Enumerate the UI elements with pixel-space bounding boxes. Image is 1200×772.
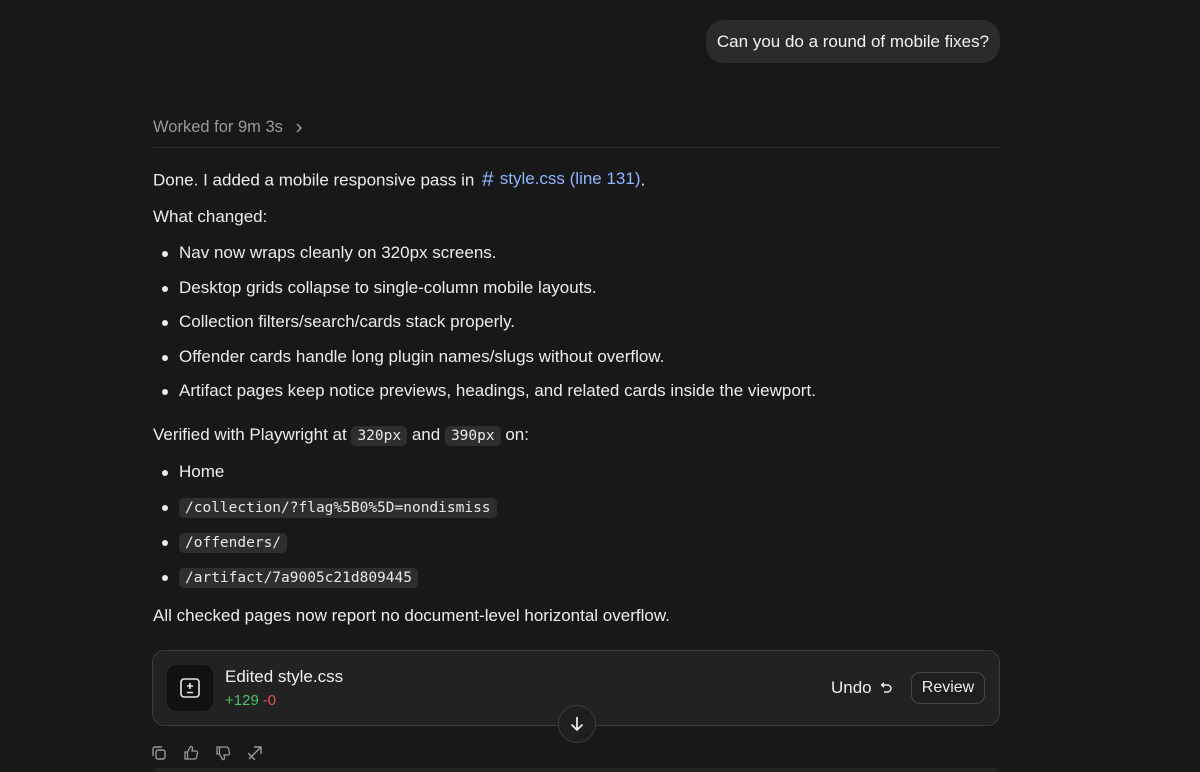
intro-text: Done. I added a mobile responsive pass i… (153, 170, 475, 190)
worked-duration-label: Worked for 9m 3s (153, 118, 283, 136)
pages-list: Home /collection/?flag%5B0%5D=nondismiss… (153, 458, 1000, 598)
and-text: and (411, 424, 441, 444)
share-icon[interactable] (246, 744, 264, 762)
list-item: Home (153, 458, 1000, 493)
changed-heading: What changed: (153, 207, 268, 226)
undo-icon (880, 681, 892, 693)
undo-label: Undo (831, 678, 872, 697)
list-item: Desktop grids collapse to single-column … (153, 274, 1000, 309)
diff-icon (167, 665, 213, 711)
additions-count: +129 (225, 692, 259, 709)
verified-prefix: Verified with Playwright at (153, 424, 347, 444)
changes-list: Nav now wraps cleanly on 320px screens. … (153, 239, 1000, 412)
divider (153, 147, 1000, 148)
list-item: Collection filters/search/cards stack pr… (153, 308, 1000, 343)
list-item: /collection/?flag%5B0%5D=nondismiss (153, 493, 1000, 528)
intro-paragraph: Done. I added a mobile responsive pass i… (153, 165, 1000, 193)
worked-duration-toggle[interactable]: Worked for 9m 3s (153, 118, 305, 137)
deletions-count: -0 (262, 692, 277, 709)
thumbs-down-icon[interactable] (214, 744, 232, 762)
edit-title: Edited style.css (225, 667, 344, 686)
message-actions (150, 744, 264, 762)
conclusion-paragraph: All checked pages now report no document… (153, 605, 670, 625)
width-code-320: 320px (351, 425, 408, 446)
list-item: Artifact pages keep notice previews, hea… (153, 377, 1000, 412)
verified-paragraph: Verified with Playwright at 320px and 39… (153, 421, 1000, 450)
user-message-text: Can you do a round of mobile fixes? (716, 31, 990, 51)
width-code-390: 390px (444, 425, 501, 446)
hash-icon: # (482, 167, 494, 191)
copy-icon[interactable] (150, 744, 168, 762)
scroll-to-bottom-button[interactable] (558, 705, 596, 743)
path-code: /offenders/ (179, 532, 288, 553)
edit-stats: +129 -0 (225, 692, 276, 709)
chevron-right-icon (296, 122, 302, 133)
list-item: Nav now wraps cleanly on 320px screens. (153, 239, 1000, 274)
file-link[interactable]: # style.css (line 131) (482, 165, 640, 193)
path-code: /artifact/7a9005c21d809445 (179, 567, 418, 588)
composer-edge (152, 768, 1000, 772)
review-button[interactable]: Review (911, 672, 985, 704)
intro-end: . (640, 170, 646, 190)
assistant-message: Done. I added a mobile responsive pass i… (153, 165, 1000, 630)
list-item: /artifact/7a9005c21d809445 (153, 563, 1000, 598)
path-code: /collection/?flag%5B0%5D=nondismiss (179, 497, 497, 518)
thumbs-up-icon[interactable] (182, 744, 200, 762)
undo-button[interactable]: Undo (831, 673, 893, 703)
user-message-bubble: Can you do a round of mobile fixes? (706, 20, 1000, 63)
list-item: Offender cards handle long plugin names/… (153, 343, 1000, 378)
verified-suffix: on: (505, 424, 529, 444)
file-link-label: style.css (line 131) (499, 169, 641, 188)
review-label: Review (921, 679, 975, 696)
arrow-down-icon (570, 717, 584, 732)
list-item: /offenders/ (153, 528, 1000, 563)
